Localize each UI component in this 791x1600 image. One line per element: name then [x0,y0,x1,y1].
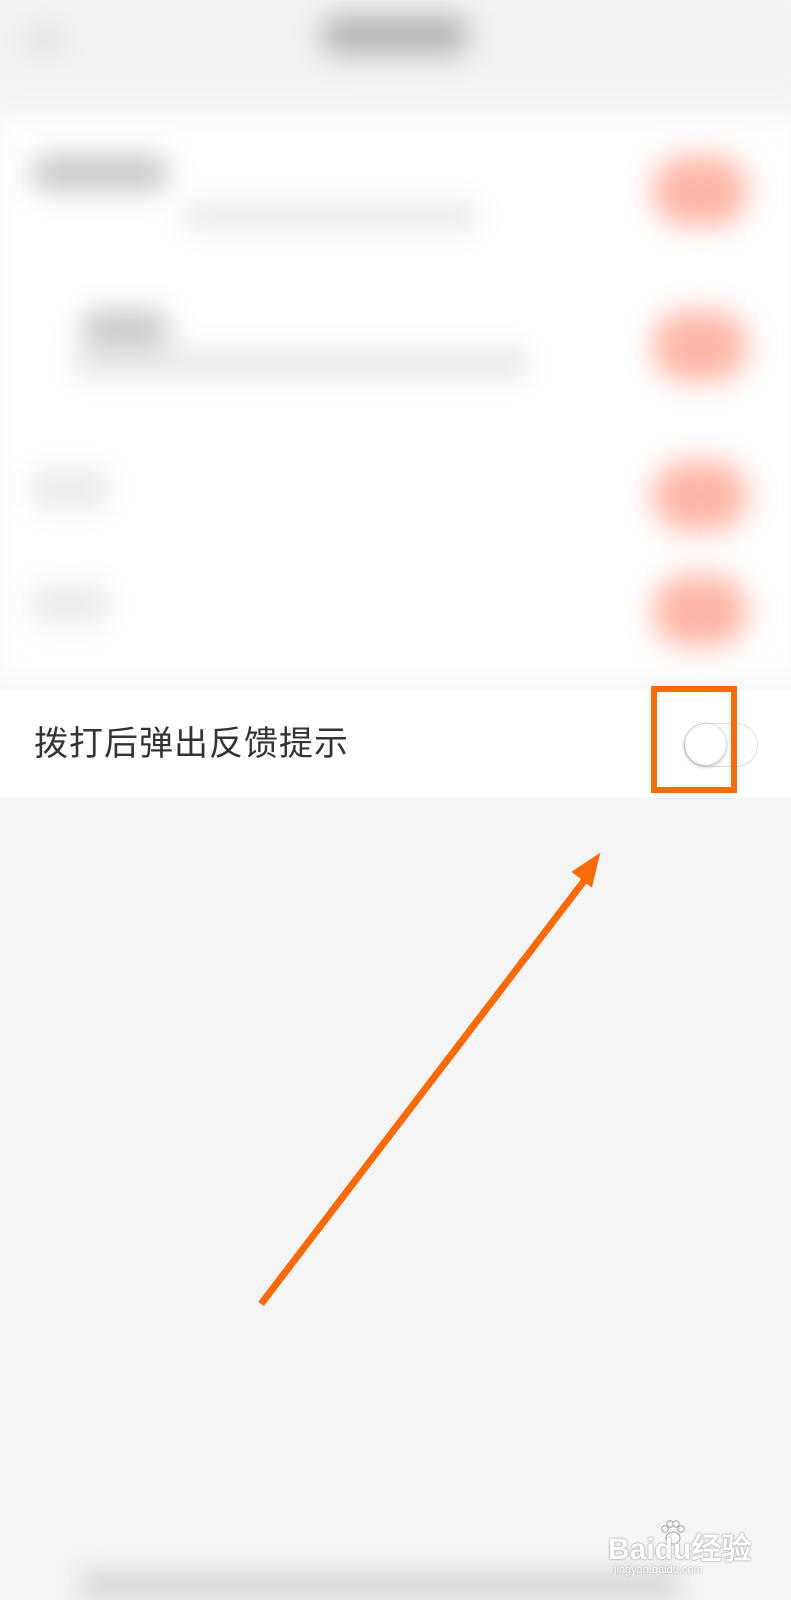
annotation-arrowhead [571,852,601,888]
blurred-bottom-content [80,1570,680,1600]
blurred-row-title [80,310,170,346]
blurred-page-title [320,15,470,55]
blurred-back-button [25,25,65,53]
blurred-toggle-on [652,155,748,227]
watermark-url: jingyan.baidu.com [614,1564,703,1576]
toggle-knob [685,724,726,765]
blurred-row-title [30,470,110,508]
blurred-row-title [30,585,110,623]
annotation-arrow-shaft [258,878,587,1307]
settings-screen: 拨打后弹出反馈提示 Baidu经验 jingyan.baidu.com [0,0,791,1600]
blurred-toggle-on [652,575,748,647]
blurred-content-area [0,0,791,690]
setting-row-call-feedback[interactable]: 拨打后弹出反馈提示 [0,690,791,798]
blurred-toggle-on [652,460,748,532]
setting-label: 拨打后弹出反馈提示 [34,724,349,764]
call-feedback-toggle[interactable] [684,723,758,767]
blurred-toggle-on [652,310,748,382]
baidu-watermark: Baidu经验 jingyan.baidu.com [600,1520,760,1584]
blurred-row-desc [180,205,480,227]
blurred-row-desc [70,350,530,376]
watermark-brand: Baidu经验 [608,1533,752,1566]
blurred-row-title [30,155,170,191]
